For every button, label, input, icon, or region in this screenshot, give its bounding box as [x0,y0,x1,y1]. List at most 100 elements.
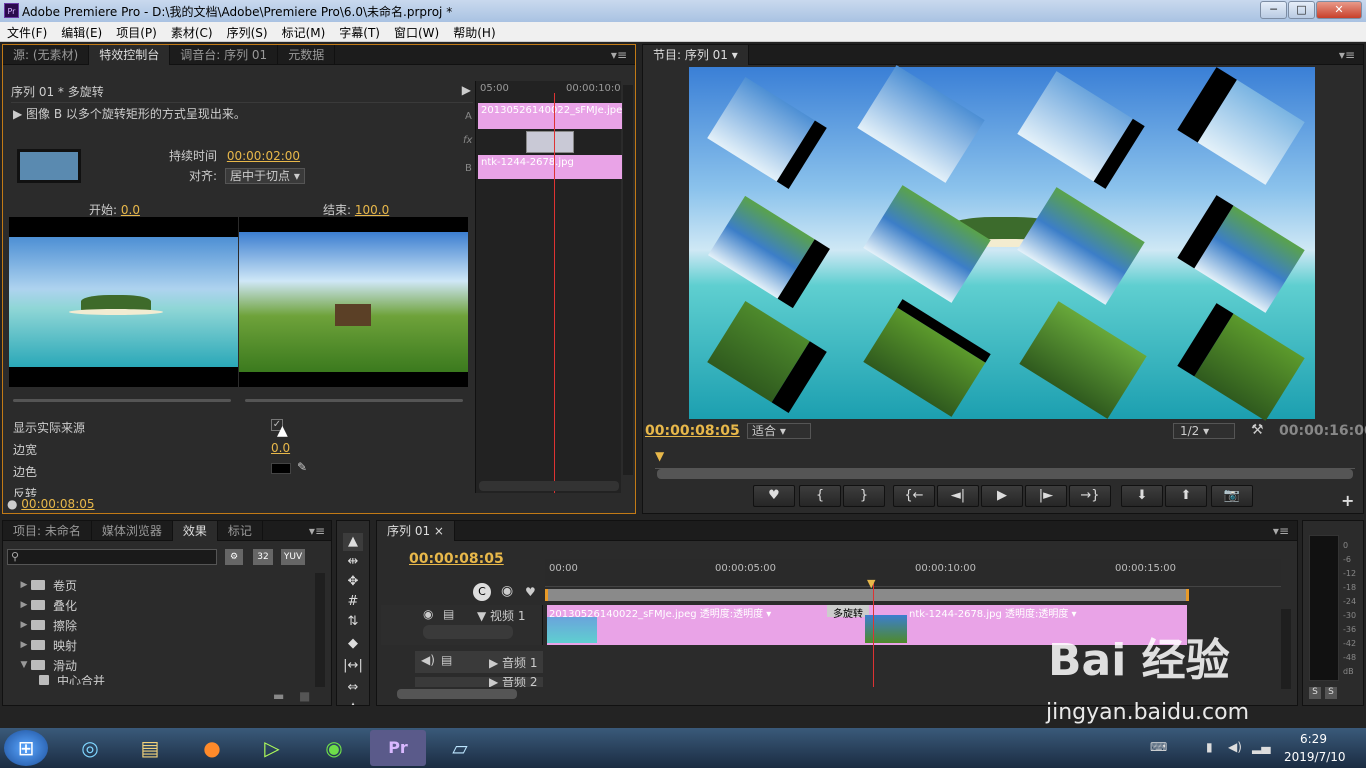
export-frame-button[interactable]: 📷 [1211,485,1253,507]
video-track-name[interactable]: ▼ 视频 1 [477,607,526,624]
program-playhead-icon[interactable]: ▼ [655,449,664,463]
border-color-swatch[interactable] [271,463,291,474]
menu-clip[interactable]: 素材(C) [164,22,220,41]
lock-icon[interactable]: ▤ [443,607,454,621]
audio-track-2-name[interactable]: ▶ 音频 2 [489,677,538,687]
ripple-edit-tool-icon[interactable]: ✥ [343,573,363,591]
eye-icon[interactable]: ◉ [423,607,433,621]
eyedropper-icon[interactable]: ✎ [297,460,307,474]
keyframe-nav[interactable] [423,625,513,639]
tab-source[interactable]: 源: (无素材) [3,44,90,65]
network-icon[interactable]: ▮ [1206,740,1213,754]
speaker-icon[interactable]: ◀) [421,653,435,667]
timeline-playhead-handle[interactable]: ▼ [867,577,875,590]
end-value[interactable]: 100.0 [355,203,389,217]
transition-marker[interactable]: 多旋转 [827,605,869,620]
new-bin-icon[interactable]: ▬ [273,689,284,703]
minimize-button[interactable]: ─ [1260,1,1287,19]
mark-in-button[interactable]: { [799,485,841,507]
close-button[interactable]: ✕ [1316,1,1362,19]
lift-button[interactable]: ⬇ [1121,485,1163,507]
solo-left-button[interactable]: S [1309,687,1321,699]
browser-icon[interactable]: ◉ [306,730,362,766]
signal-icon[interactable]: ▂▄ [1252,740,1270,754]
end-slider[interactable] [245,399,463,402]
program-timecode[interactable]: 00:00:08:05 [645,423,740,439]
razor-tool-icon[interactable]: ◆ [343,635,363,653]
selection-tool-icon[interactable]: ▲ [343,533,363,551]
firefox-icon[interactable]: ● [184,730,240,766]
transition-clip[interactable] [526,131,574,153]
menu-window[interactable]: 窗口(W) [387,22,446,41]
start-button[interactable]: ⊞ [4,730,48,766]
item-center-merge[interactable]: 中心合并 [17,675,317,685]
pen-tool-icon[interactable]: ▴ [343,697,363,705]
effect-timecode[interactable]: 00:00:08:05 [21,497,94,511]
tab-metadata[interactable]: 元数据 [278,44,336,65]
yuv-badge[interactable]: YUV [281,549,305,565]
menu-sequence[interactable]: 序列(S) [220,22,275,41]
tab-effects[interactable]: 效果 [172,520,218,541]
keyboard-icon[interactable]: ⌨ [1150,740,1167,754]
maximize-button[interactable]: □ [1288,1,1315,19]
32bit-badge[interactable]: 32 [253,549,273,565]
mini-playhead[interactable] [554,93,555,493]
file-explorer-icon[interactable]: ▤ [122,730,178,766]
mini-timeline-scrollbar[interactable] [479,481,619,491]
tab-media-browser[interactable]: 媒体浏览器 [92,520,173,541]
program-zoom-scrollbar[interactable] [657,469,1353,479]
clip-b[interactable]: ntk-1244-2678.jpg [478,155,622,179]
track-select-tool-icon[interactable]: ⇹ [343,553,363,571]
mark-out-button[interactable]: } [843,485,885,507]
go-to-out-button[interactable]: →} [1069,485,1111,507]
tab-audio-mixer[interactable]: 调音台: 序列 01 [170,44,279,65]
slip-tool-icon[interactable]: |↔| [343,657,363,675]
effect-vertical-scrollbar[interactable] [623,85,633,475]
notepad-icon[interactable]: ▱ [432,730,488,766]
premiere-taskbar-icon[interactable]: Pr [370,730,426,766]
marker-icon[interactable]: ♥ [525,585,536,599]
step-back-button[interactable]: ◄| [937,485,979,507]
menu-title[interactable]: 字幕(T) [332,22,387,41]
timeline-ruler[interactable]: 00:00 00:00:05:00 00:00:10:00 00:00:15:0… [545,559,1281,587]
play-button[interactable]: ▶ [981,485,1023,507]
effects-search-input[interactable]: ⚲ [7,549,217,565]
folder-dissolve[interactable]: ▶ 叠化 [17,595,317,615]
audio-lock-icon[interactable]: ▤ [441,653,452,667]
rate-stretch-tool-icon[interactable]: ⇅ [343,613,363,631]
menu-project[interactable]: 项目(P) [109,22,164,41]
timeline-timecode[interactable]: 00:00:08:05 [409,551,504,567]
media-player-icon[interactable]: ◎ [62,730,118,766]
video-editor-icon[interactable]: ▷ [244,730,300,766]
delete-icon[interactable]: ■ [299,689,310,703]
folder-slide[interactable]: ▼ 滑动 [17,655,317,675]
rolling-edit-tool-icon[interactable]: # [343,593,363,611]
menu-marker[interactable]: 标记(M) [275,22,333,41]
folder-page-peel[interactable]: ▶ 卷页 [17,575,317,595]
start-slider[interactable] [13,399,231,402]
clip-a[interactable]: 20130526140022_sFMJe.jpe [478,103,622,129]
panel-menu-icon[interactable]: ▾≡ [611,48,635,62]
timeline-playhead[interactable] [873,583,874,687]
menu-edit[interactable]: 编辑(E) [54,22,109,41]
effects-scrollbar[interactable] [315,573,325,687]
set-marker-icon[interactable]: ◉ [501,583,513,599]
timeline-scrollbar[interactable] [397,689,517,699]
duration-value[interactable]: 00:00:02:00 [227,149,300,163]
tab-markers[interactable]: 标记 [218,520,263,541]
timeline-v-scrollbar[interactable] [1281,609,1291,689]
folder-map[interactable]: ▶ 映射 [17,635,317,655]
border-width-value[interactable]: 0.0 [271,441,290,455]
work-area-bar[interactable] [545,589,1189,601]
fit-dropdown[interactable]: 适合 ▾ [747,423,811,439]
tab-program[interactable]: 节目: 序列 01 ▾ [643,44,749,65]
effects-panel-menu-icon[interactable]: ▾≡ [309,524,331,538]
menu-file[interactable]: 文件(F) [0,22,54,41]
program-time-ruler[interactable]: ▼ [655,449,1355,469]
solo-right-button[interactable]: S [1325,687,1337,699]
clock-time[interactable]: 6:29 [1300,732,1327,746]
snap-icon[interactable]: C [473,583,491,601]
go-to-in-button[interactable]: {← [893,485,935,507]
add-button[interactable]: + [1341,491,1354,510]
step-forward-button[interactable]: |► [1025,485,1067,507]
